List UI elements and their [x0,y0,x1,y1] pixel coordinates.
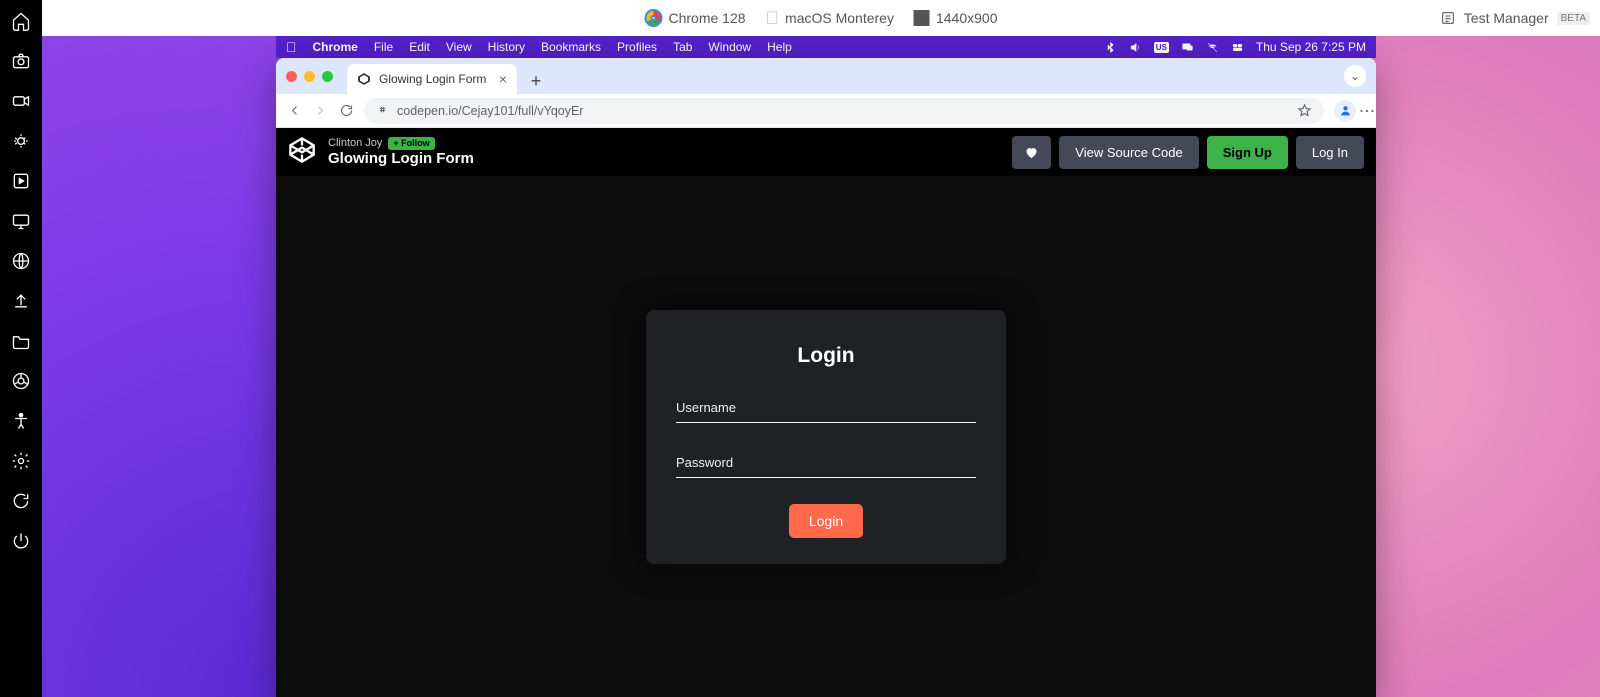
sync-icon[interactable] [10,490,32,512]
control-center-icon[interactable] [1231,41,1244,54]
codepen-header: Clinton Joy + Follow Glowing Login Form … [276,128,1376,176]
menubar-profiles[interactable]: Profiles [617,40,657,54]
macos-menubar:  Chrome File Edit View History Bookmark… [276,36,1376,58]
reload-button[interactable] [338,103,354,119]
browser-label: Chrome 128 [669,10,746,26]
test-manager-icon [1440,10,1456,26]
username-input[interactable] [676,394,976,423]
forward-button[interactable] [312,103,328,119]
follow-button[interactable]: + Follow [388,137,434,149]
tool-sidebar [0,0,42,697]
signup-button[interactable]: Sign Up [1207,136,1288,169]
minimize-window-button[interactable] [304,71,315,82]
menubar-tab[interactable]: Tab [673,40,692,54]
accessibility-icon[interactable] [10,410,32,432]
apple-icon:  [766,8,780,29]
tab-title: Glowing Login Form [379,72,486,86]
window-controls [286,58,347,94]
menubar-app[interactable]: Chrome [313,40,358,54]
menubar-history[interactable]: History [488,40,525,54]
apple-menu-icon[interactable]:  [286,39,297,55]
login-form-card: Login Username Password Login [646,310,1006,564]
menubar-file[interactable]: File [374,40,393,54]
wifi-off-icon[interactable] [1206,41,1219,54]
power-icon[interactable] [10,530,32,552]
address-bar[interactable]: codepen.io/Cejay101/full/vYqoyEr [364,98,1324,124]
maximize-window-button[interactable] [322,71,333,82]
bookmark-star-icon[interactable] [1296,103,1312,119]
view-source-button[interactable]: View Source Code [1059,136,1198,169]
codepen-logo-icon[interactable] [288,136,316,169]
globe-icon[interactable] [10,250,32,272]
profile-button[interactable] [1334,100,1356,122]
os-indicator:  macOS Monterey [766,8,894,29]
beta-badge: BETA [1557,12,1590,25]
upload-icon[interactable] [10,290,32,312]
love-button[interactable] [1012,136,1051,169]
remote-desktop:  Chrome File Edit View History Bookmark… [42,36,1600,697]
video-icon[interactable] [10,90,32,112]
bluetooth-icon[interactable] [1104,41,1117,54]
menubar-view[interactable]: View [446,40,472,54]
login-submit-button[interactable]: Login [789,504,863,538]
menubar-edit[interactable]: Edit [409,40,430,54]
login-heading: Login [676,344,976,368]
home-icon[interactable] [10,10,32,32]
chrome-window: Glowing Login Form × + ⌄ codepen.io/Ceja… [276,58,1376,697]
input-source-badge[interactable]: US [1154,42,1169,53]
site-info-icon[interactable] [376,103,389,119]
chrome-icon [645,9,663,27]
test-manager-link[interactable]: Test Manager [1464,10,1549,26]
new-tab-button[interactable]: + [523,68,549,94]
pen-preview: Login Username Password Login [276,176,1376,697]
os-label: macOS Monterey [785,10,894,26]
resolution-label: 1440x900 [936,10,998,26]
tabs-dropdown-button[interactable]: ⌄ [1344,65,1366,87]
menubar-window[interactable]: Window [708,40,751,54]
url-text: codepen.io/Cejay101/full/vYqoyEr [397,104,583,118]
browser-indicator: Chrome 128 [645,9,746,27]
chrome-toolbar: codepen.io/Cejay101/full/vYqoyEr ⋮ [276,94,1376,128]
password-input[interactable] [676,449,976,478]
chrome-outline-icon[interactable] [10,370,32,392]
close-tab-icon[interactable]: × [499,72,507,86]
settings-gear-icon[interactable] [10,450,32,472]
back-button[interactable] [286,103,302,119]
screen-mirror-icon[interactable] [1181,41,1194,54]
pen-title: Glowing Login Form [328,150,474,167]
menubar-help[interactable]: Help [767,40,792,54]
play-square-icon[interactable] [10,170,32,192]
test-session-header: Chrome 128  macOS Monterey 1440x900 Tes… [42,0,1600,36]
menubar-clock[interactable]: Thu Sep 26 7:25 PM [1256,40,1366,54]
folder-icon[interactable] [10,330,32,352]
resolution-icon [914,10,930,26]
resolution-indicator: 1440x900 [914,10,998,26]
camera-icon[interactable] [10,50,32,72]
close-window-button[interactable] [286,71,297,82]
codepen-favicon-icon [357,72,371,86]
bug-icon[interactable] [10,130,32,152]
monitor-icon[interactable] [10,210,32,232]
login-button[interactable]: Log In [1296,136,1364,169]
pen-author[interactable]: Clinton Joy [328,137,382,150]
chrome-tabstrip: Glowing Login Form × + ⌄ [276,58,1376,94]
browser-tab[interactable]: Glowing Login Form × [347,64,517,94]
volume-icon[interactable] [1129,41,1142,54]
menubar-bookmarks[interactable]: Bookmarks [541,40,601,54]
